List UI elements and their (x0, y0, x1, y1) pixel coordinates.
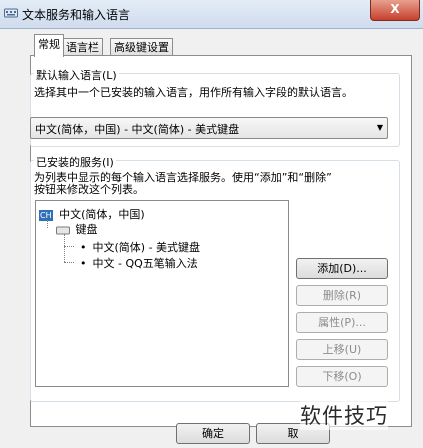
bullet-icon: • (80, 241, 87, 254)
tree-keyboard-node[interactable]: 键盘 (56, 221, 98, 237)
tree-service-label: 中文(简体) - 美式键盘 (92, 241, 201, 254)
tree-line (64, 246, 74, 247)
tab-general[interactable]: 常规 (34, 34, 64, 57)
default-language-label: 默认输入语言(L) (34, 67, 119, 83)
tree-line (64, 234, 65, 262)
installed-services-description-2: 按钮来修改这个列表。 (34, 183, 144, 196)
tree-language-node[interactable]: CH 中文(简体，中国) (39, 206, 145, 222)
watermark: 软件技巧 (300, 400, 388, 430)
default-language-select[interactable]: 中文(简体，中国) - 中文(简体) - 美式键盘 ▼ (30, 117, 388, 139)
ok-button[interactable]: 确定 (176, 423, 250, 444)
tree-keyboard-label: 键盘 (75, 223, 98, 236)
keyboard-icon (56, 226, 70, 235)
services-tree[interactable]: CH 中文(简体，中国) 键盘 • 中文(简体) - 美式键盘 • 中文 - QQ五… (35, 200, 289, 387)
properties-button[interactable]: 属性(P)... (296, 312, 388, 333)
default-language-value: 中文(简体，中国) - 中文(简体) - 美式键盘 (35, 123, 240, 136)
chevron-down-icon: ▼ (376, 123, 383, 132)
close-button[interactable]: X (370, 0, 420, 21)
language-badge-icon: CH (39, 210, 53, 221)
bullet-icon: • (80, 257, 87, 270)
installed-services-label: 已安装的服务(I) (34, 154, 116, 170)
keyboard-icon (4, 8, 18, 18)
tree-service-label: 中文 - QQ五笔输入法 (92, 257, 198, 270)
close-icon: X (390, 2, 400, 16)
move-up-button[interactable]: 上移(U) (296, 339, 388, 360)
tree-line (47, 220, 48, 228)
remove-button[interactable]: 删除(R) (296, 285, 388, 306)
move-down-button[interactable]: 下移(O) (296, 366, 388, 387)
add-button[interactable]: 添加(D)... (296, 258, 388, 279)
tab-advanced-key-settings[interactable]: 高级键设置 (110, 38, 173, 56)
tree-line (64, 262, 74, 263)
tree-service-item[interactable]: • 中文 - QQ五笔输入法 (80, 255, 198, 271)
title-bar: 文本服务和输入语言 X (0, 0, 423, 29)
tab-language-bar[interactable]: 语言栏 (62, 38, 103, 56)
tree-service-item[interactable]: • 中文(简体) - 美式键盘 (80, 239, 200, 255)
window-title: 文本服务和输入语言 (22, 8, 131, 22)
tree-language-label: 中文(简体，中国) (59, 208, 145, 221)
default-language-description: 选择其中一个已安装的输入语言，用作所有输入字段的默认语言。 (34, 86, 353, 99)
